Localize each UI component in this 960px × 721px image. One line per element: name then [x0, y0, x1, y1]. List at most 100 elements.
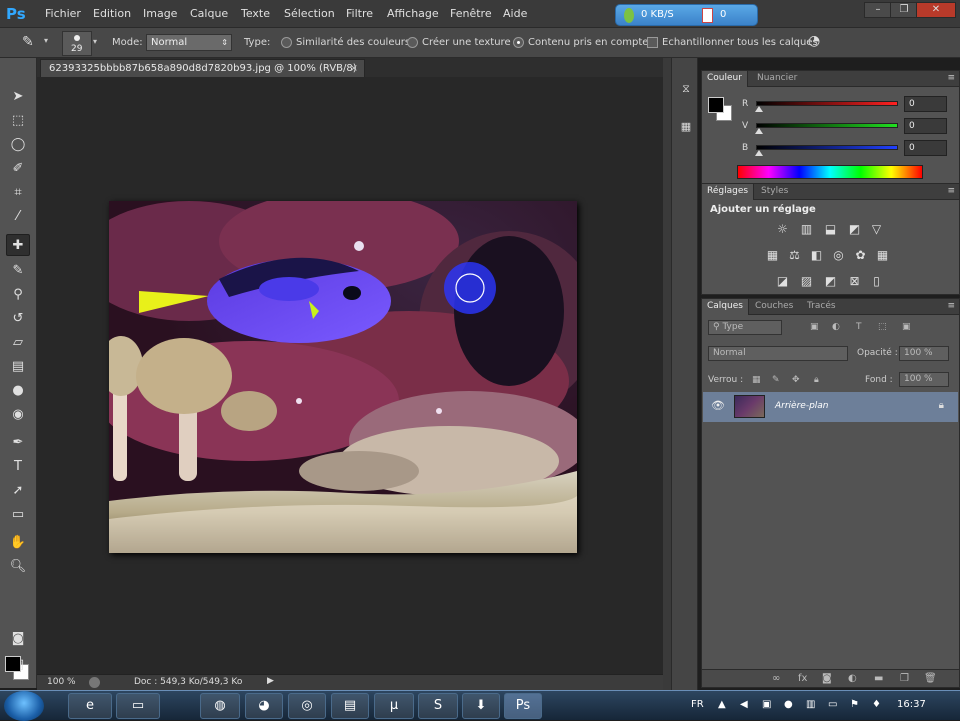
- color-fg-swatch[interactable]: [708, 97, 724, 113]
- menu-calque[interactable]: Calque: [190, 7, 228, 20]
- layer-name[interactable]: Arrière-plan: [775, 401, 829, 411]
- healing-brush-icon[interactable]: ✎: [22, 34, 34, 50]
- fill-input[interactable]: 100 %: [899, 372, 949, 387]
- eye-icon[interactable]: 👁︎: [711, 399, 725, 412]
- document-image[interactable]: [109, 201, 577, 553]
- close-button[interactable]: ✕: [916, 2, 956, 18]
- vibrance-icon[interactable]: ▦: [764, 248, 781, 263]
- new-group-icon[interactable]: ▬: [874, 673, 883, 684]
- opacity-input[interactable]: 100 %: [899, 346, 949, 361]
- blend-mode-dropdown[interactable]: Normal: [708, 346, 848, 361]
- restore-button[interactable]: ❐: [890, 2, 918, 18]
- filter-smart-icon[interactable]: ▣: [902, 322, 911, 332]
- layer-row[interactable]: 👁︎ Arrière-plan 🔒︎: [703, 392, 958, 422]
- invert-icon[interactable]: ◪: [774, 274, 791, 289]
- color-spectrum-bar[interactable]: [737, 165, 923, 179]
- radio-texture[interactable]: [407, 37, 418, 48]
- menu-aide[interactable]: Aide: [503, 7, 527, 20]
- status-info-icon[interactable]: [89, 677, 100, 688]
- slider-v-value[interactable]: 0: [904, 118, 947, 134]
- triangle-icon[interactable]: ▽: [868, 222, 885, 237]
- slider-r-thumb[interactable]: [755, 106, 763, 112]
- crop-tool-icon[interactable]: ⌗: [6, 182, 30, 204]
- add-mask-icon[interactable]: ◙: [822, 673, 832, 684]
- quick-mask-icon[interactable]: ◙: [6, 628, 30, 650]
- posterize-icon[interactable]: ▨: [798, 274, 815, 289]
- firefox-taskbar-icon[interactable]: ◕: [245, 693, 283, 719]
- canvas-area[interactable]: [37, 77, 663, 674]
- tray-network-icon[interactable]: ▥: [806, 699, 815, 710]
- tray-flag-icon[interactable]: ⚑: [850, 699, 859, 710]
- slider-r-track[interactable]: [756, 101, 898, 106]
- panel-menu-icon[interactable]: ≡: [947, 301, 955, 311]
- bw-icon[interactable]: ◧: [808, 248, 825, 263]
- slider-r-value[interactable]: 0: [904, 96, 947, 112]
- menu-affichage[interactable]: Affichage: [387, 7, 439, 20]
- menu-filtre[interactable]: Filtre: [346, 7, 373, 20]
- tray-circle-icon[interactable]: ●: [784, 699, 793, 710]
- new-adjustment-icon[interactable]: ◐: [848, 673, 857, 684]
- tab-couches[interactable]: Couches: [750, 299, 798, 315]
- status-menu-arrow-icon[interactable]: ▶: [267, 676, 274, 686]
- sample-all-checkbox[interactable]: [647, 37, 658, 48]
- zoom-level[interactable]: 100 %: [47, 677, 76, 687]
- document-tab[interactable]: 62393325bbbb87b658a890d8d7820b93.jpg @ 1…: [40, 59, 365, 91]
- layer-filter-dropdown[interactable]: ⚲ Type: [708, 320, 782, 335]
- tab-styles[interactable]: Styles: [756, 184, 793, 200]
- tool-preset-caret-icon[interactable]: ▾: [44, 36, 48, 45]
- layer-style-icon[interactable]: fx: [798, 673, 807, 684]
- healing-brush-tool-icon[interactable]: ✚: [6, 234, 30, 256]
- clone-stamp-icon[interactable]: ⚲: [6, 284, 30, 306]
- filter-adjust-icon[interactable]: ◐: [832, 322, 840, 332]
- menu-selection[interactable]: Sélection: [284, 7, 335, 20]
- filter-shape-icon[interactable]: ⬚: [878, 322, 887, 332]
- hand-tool-icon[interactable]: ✋: [6, 532, 30, 554]
- lookup-icon[interactable]: ▦: [874, 248, 891, 263]
- move-tool-icon[interactable]: ➤: [6, 86, 30, 108]
- radio-similar[interactable]: [281, 37, 292, 48]
- volume-icon[interactable]: ◀: [740, 699, 748, 710]
- brush-caret-icon[interactable]: ▾: [93, 37, 97, 46]
- lock-position-icon[interactable]: ✥: [792, 375, 800, 385]
- channel-mixer-icon[interactable]: ✿: [852, 248, 869, 263]
- history-brush-icon[interactable]: ↺: [6, 308, 30, 330]
- tab-couleur[interactable]: Couleur: [702, 71, 748, 87]
- gradient-map-icon[interactable]: ▯: [868, 274, 885, 289]
- menu-image[interactable]: Image: [143, 7, 177, 20]
- slider-v-thumb[interactable]: [755, 128, 763, 134]
- slider-v-track[interactable]: [756, 123, 898, 128]
- radio-content-aware[interactable]: [513, 37, 524, 48]
- lock-image-icon[interactable]: ✎: [772, 375, 780, 385]
- tab-reglages[interactable]: Réglages: [702, 184, 755, 200]
- balance-icon[interactable]: ⚖: [786, 248, 803, 263]
- minimize-button[interactable]: –: [864, 2, 892, 18]
- curves-icon[interactable]: ⬓: [822, 222, 839, 237]
- tab-traces[interactable]: Tracés: [802, 299, 841, 315]
- tray-app-icon[interactable]: ▣: [762, 699, 771, 710]
- lasso-tool-icon[interactable]: ◯: [6, 134, 30, 156]
- new-layer-icon[interactable]: ❐: [900, 673, 909, 684]
- tray-ghost-icon[interactable]: ♦: [872, 699, 881, 710]
- menu-texte[interactable]: Texte: [241, 7, 270, 20]
- panel-menu-icon[interactable]: ≡: [947, 73, 955, 83]
- selective-color-icon[interactable]: ⊠: [846, 274, 863, 289]
- marquee-tool-icon[interactable]: ⬚: [6, 110, 30, 132]
- eraser-tool-icon[interactable]: ▱: [6, 332, 30, 354]
- properties-panel-icon[interactable]: ▦: [678, 120, 694, 136]
- language-indicator[interactable]: FR: [691, 699, 704, 710]
- blur-tool-icon[interactable]: ●: [6, 380, 30, 402]
- pressure-icon[interactable]: ◔: [808, 33, 820, 49]
- mode-dropdown[interactable]: Normal ⇕: [146, 34, 232, 51]
- chrome-taskbar-icon[interactable]: ◍: [200, 693, 240, 719]
- menu-fichier[interactable]: Fichier: [45, 7, 81, 20]
- photo-filter-icon[interactable]: ◎: [830, 248, 847, 263]
- path-selection-icon[interactable]: ➚: [6, 480, 30, 502]
- pen-tool-icon[interactable]: ✒: [6, 432, 30, 454]
- eyedropper-tool-icon[interactable]: ⁄: [6, 206, 30, 228]
- clock[interactable]: 16:37: [897, 699, 926, 710]
- threshold-icon[interactable]: ◩: [822, 274, 839, 289]
- utorrent-taskbar-icon[interactable]: µ: [374, 693, 414, 719]
- foreground-color-swatch[interactable]: [5, 656, 21, 672]
- menu-fenetre[interactable]: Fenêtre: [450, 7, 492, 20]
- slider-b-thumb[interactable]: [755, 150, 763, 156]
